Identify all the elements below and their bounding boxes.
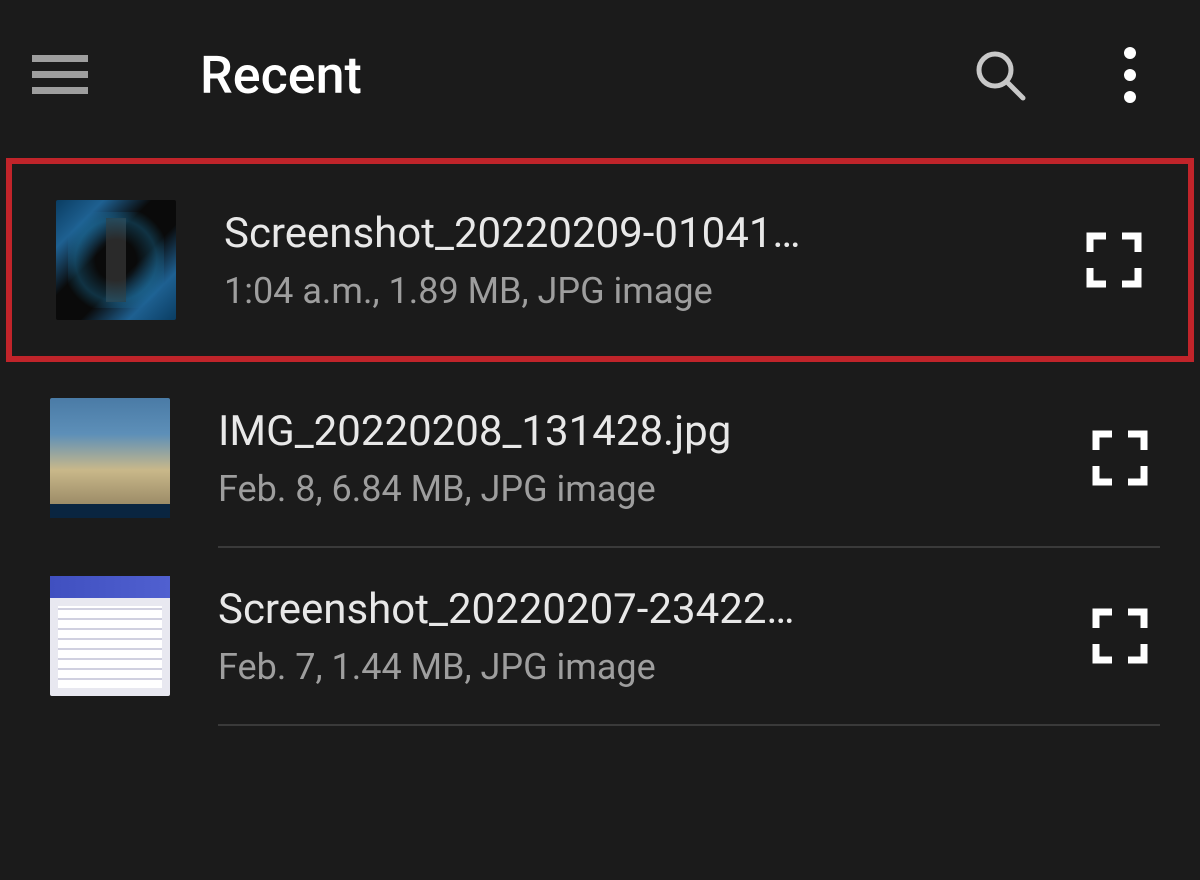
hamburger-menu-icon[interactable] xyxy=(20,35,100,115)
file-thumbnail xyxy=(56,200,176,320)
overflow-menu-icon[interactable] xyxy=(1110,45,1150,105)
file-meta: Feb. 7, 1.44 MB, JPG image xyxy=(218,646,1060,688)
file-meta: Feb. 8, 6.84 MB, JPG image xyxy=(218,468,1060,510)
file-name: Screenshot_20220209-01041… xyxy=(224,209,944,258)
row-divider xyxy=(218,724,1160,726)
file-text: IMG_20220208_131428.jpg Feb. 8, 6.84 MB,… xyxy=(218,407,1060,510)
search-icon[interactable] xyxy=(970,45,1030,105)
page-title: Recent xyxy=(200,45,970,106)
file-row[interactable]: Screenshot_20220209-01041… 1:04 a.m., 1.… xyxy=(6,158,1194,362)
app-header: Recent xyxy=(0,0,1200,150)
file-text: Screenshot_20220209-01041… 1:04 a.m., 1.… xyxy=(224,209,1054,312)
file-text: Screenshot_20220207-23422… Feb. 7, 1.44 … xyxy=(218,585,1060,688)
expand-icon[interactable] xyxy=(1080,418,1160,498)
expand-icon[interactable] xyxy=(1074,220,1154,300)
file-meta: 1:04 a.m., 1.89 MB, JPG image xyxy=(224,270,1054,312)
header-actions xyxy=(970,45,1180,105)
file-thumbnail xyxy=(50,398,170,518)
file-row[interactable]: Screenshot_20220207-23422… Feb. 7, 1.44 … xyxy=(0,548,1200,724)
file-name: IMG_20220208_131428.jpg xyxy=(218,407,938,456)
file-list: Screenshot_20220209-01041… 1:04 a.m., 1.… xyxy=(0,158,1200,726)
file-name: Screenshot_20220207-23422… xyxy=(218,585,938,634)
file-thumbnail xyxy=(50,576,170,696)
file-row[interactable]: IMG_20220208_131428.jpg Feb. 8, 6.84 MB,… xyxy=(0,370,1200,546)
expand-icon[interactable] xyxy=(1080,596,1160,676)
